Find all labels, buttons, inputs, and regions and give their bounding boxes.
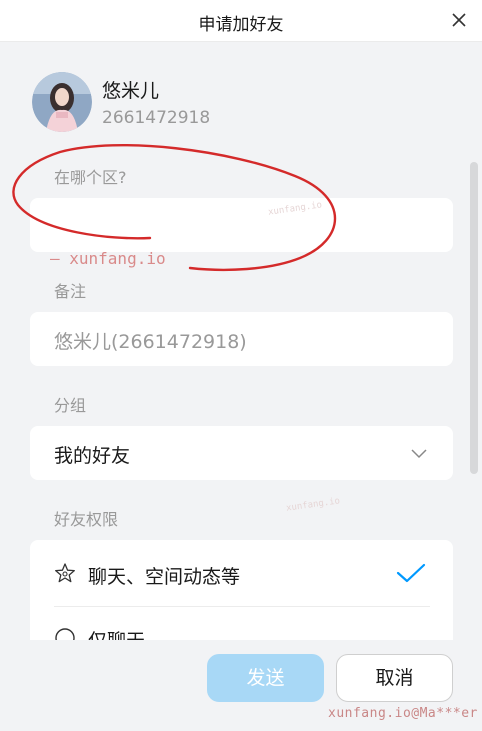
group-select-value: 我的好友 bbox=[54, 445, 131, 467]
remark-label: 备注 bbox=[54, 282, 87, 301]
send-button[interactable]: 发送 bbox=[207, 654, 324, 702]
watermark-footer: xunfang.io@Ma***er bbox=[328, 706, 478, 721]
remark-input-value: 悠米儿(2661472918) bbox=[54, 331, 247, 353]
radio-circle-icon bbox=[55, 628, 75, 640]
region-label: 在哪个区? bbox=[54, 168, 127, 187]
watermark-inline: — xunfang.io bbox=[50, 249, 166, 268]
cancel-button[interactable]: 取消 bbox=[336, 654, 453, 702]
permission-option-chat-and-moments[interactable]: 聊天、空间动态等 bbox=[30, 540, 453, 606]
permission-option-label: 聊天、空间动态等 bbox=[88, 566, 241, 588]
permission-list: 聊天、空间动态等 仅聊天 bbox=[30, 540, 453, 640]
group-label: 分组 bbox=[54, 396, 87, 415]
star-icon bbox=[55, 563, 75, 583]
profile-header: 悠米儿 2661472918 bbox=[32, 72, 432, 132]
chevron-down-icon bbox=[411, 449, 427, 459]
permission-label: 好友权限 bbox=[54, 510, 119, 529]
remark-input[interactable]: 悠米儿(2661472918) bbox=[30, 312, 453, 366]
watermark-faint: xunfang.io bbox=[285, 496, 341, 514]
permission-option-label: 仅聊天 bbox=[88, 626, 145, 640]
title-bar: 申请加好友 bbox=[0, 0, 482, 42]
checkmark-icon bbox=[396, 563, 426, 583]
qq-number: 2661472918 bbox=[102, 108, 211, 128]
nickname: 悠米儿 bbox=[102, 80, 160, 102]
window-title: 申请加好友 bbox=[198, 15, 284, 35]
group-select[interactable]: 我的好友 bbox=[30, 426, 453, 480]
scrollbar-thumb[interactable] bbox=[470, 162, 478, 474]
region-input[interactable] bbox=[30, 198, 453, 252]
avatar bbox=[32, 72, 92, 132]
close-icon[interactable] bbox=[450, 11, 468, 29]
permission-option-chat-only[interactable]: 仅聊天 bbox=[30, 607, 453, 640]
